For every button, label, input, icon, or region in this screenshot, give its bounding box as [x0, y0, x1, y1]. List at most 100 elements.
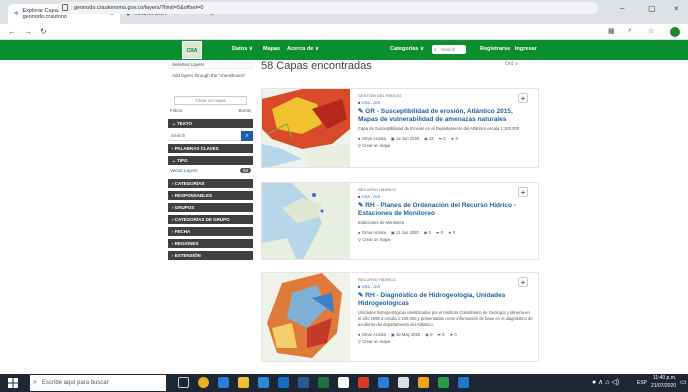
- section-categorias[interactable]: › CATEGORÍAS: [168, 179, 253, 188]
- layer-thumbnail[interactable]: [262, 183, 350, 259]
- section-label: RESPONSABLES: [174, 193, 213, 198]
- powerpoint-icon[interactable]: [338, 377, 349, 388]
- create-map-link[interactable]: ⚲ Crear un mapa: [358, 143, 533, 148]
- text-search-input[interactable]: Search: [168, 131, 241, 141]
- back-icon[interactable]: ←: [8, 27, 16, 36]
- edit-icon: ✎: [358, 292, 364, 299]
- rating: ★ 0: [449, 332, 457, 337]
- excel-icon[interactable]: [318, 377, 329, 388]
- add-layer-button[interactable]: +: [518, 277, 528, 287]
- extension-icon[interactable]: ▦: [608, 27, 615, 35]
- app4-icon[interactable]: [418, 377, 429, 388]
- section-responsables[interactable]: › RESPONSABLES: [168, 191, 253, 200]
- register-link[interactable]: Registrarse: [480, 46, 510, 52]
- cra-logo[interactable]: CRA: [182, 41, 202, 59]
- app2-icon[interactable]: [378, 377, 389, 388]
- nav-categorias[interactable]: Categorías ∨: [390, 46, 424, 52]
- layer-thumbnail[interactable]: [262, 273, 350, 361]
- add-layer-button[interactable]: +: [518, 93, 528, 103]
- clear-filters-link[interactable]: Borrar: [238, 108, 251, 113]
- card-meta: ● Omar Acosta ▣ 12 Jun 2020 ◉ 12 ➦ 0 ★ 0: [358, 136, 533, 141]
- tag-label: CRA - GIS: [361, 100, 381, 105]
- section-fecha[interactable]: › FECHA: [168, 227, 253, 236]
- clock-time[interactable]: 11:40 p.m.: [653, 375, 676, 381]
- clock-date[interactable]: 21/07/2020: [651, 383, 676, 389]
- vector-layers-filter[interactable]: Vector Layers 58: [168, 165, 253, 176]
- input-language[interactable]: ESP: [637, 380, 647, 386]
- maximize-icon[interactable]: ▢: [648, 4, 656, 13]
- user-icon: ●: [358, 136, 361, 141]
- card-title[interactable]: ✎ RH - Diagnóstico de Hidrogeología, Uni…: [358, 292, 533, 307]
- card-meta: ● Omar Acosta ▣ 18 May 2020 ◉ 0 ➦ 0 ★ 0: [358, 332, 533, 337]
- close-window-icon[interactable]: ×: [674, 4, 679, 13]
- nav-mapas[interactable]: Mapas: [263, 46, 280, 52]
- nav-acerca[interactable]: Acerca de ∨: [287, 46, 319, 52]
- card-category[interactable]: RECURSO HÍDRICO: [358, 277, 533, 282]
- create-map-button[interactable]: Crear un mapa: [174, 96, 247, 105]
- login-link[interactable]: Ingresar: [515, 46, 537, 52]
- layer-card: GESTIÓN DEL RIESGO ■ CRA - GIS ✎ GR - Su…: [261, 88, 539, 168]
- title-text: RH - Planes de Ordenación del Recurso Hí…: [358, 202, 516, 217]
- card-title[interactable]: ✎ RH - Planes de Ordenación del Recurso …: [358, 202, 533, 217]
- section-palabras-claves[interactable]: › PALABRAS CLAVES: [168, 144, 253, 153]
- card-category[interactable]: RECURSO HÍDRICO: [358, 187, 533, 192]
- layer-thumbnail[interactable]: [262, 89, 350, 167]
- card-tag[interactable]: ■ CRA - GIS: [358, 194, 533, 199]
- search-icon: ⌕: [434, 47, 437, 52]
- acrobat-icon[interactable]: [358, 377, 369, 388]
- section-tipo[interactable]: ⌄ TIPO: [168, 156, 253, 165]
- author[interactable]: ● Omar Acosta: [358, 332, 386, 337]
- section-regiones[interactable]: › REGIONES: [168, 239, 253, 248]
- section-grupos[interactable]: › GRUPOS: [168, 203, 253, 212]
- url-field[interactable]: geonodo.crautonoma.gov.co/layers/?limit=…: [58, 2, 598, 14]
- edge-icon[interactable]: [258, 377, 269, 388]
- geonode-tab-icon: ✲: [14, 11, 19, 17]
- card-description: Capa de Susceptibilidad de Erosión en el…: [358, 126, 520, 131]
- share-icon: ➦: [437, 332, 441, 337]
- search-button[interactable]: ⌕: [241, 131, 253, 141]
- map-pin-icon: ⚲: [358, 237, 362, 242]
- sort-dropdown[interactable]: Ord ∨: [505, 61, 518, 67]
- section-extension[interactable]: › EXTENSIÓN: [168, 251, 253, 260]
- notifications-icon[interactable]: ▭: [680, 378, 687, 386]
- author[interactable]: ● Omar Acosta: [358, 136, 386, 141]
- task-view-icon[interactable]: [178, 377, 189, 388]
- bookmark-star-icon[interactable]: ☆: [648, 27, 654, 35]
- add-layers-hint: Add layers through the "checkboxes".: [172, 73, 247, 78]
- outlook-icon[interactable]: [278, 377, 289, 388]
- word-icon[interactable]: [298, 377, 309, 388]
- store-icon[interactable]: [218, 377, 229, 388]
- address-bar: ← → ↻: [0, 24, 688, 40]
- section-categorias-grupo[interactable]: › CATEGORÍAS DE GRUPO: [168, 215, 253, 224]
- app5-icon[interactable]: [438, 377, 449, 388]
- card-tag[interactable]: ■ CRA - GIS: [358, 100, 533, 105]
- card-tag[interactable]: ■ CRA - GIS: [358, 284, 533, 289]
- map-pin-icon: ⚲: [358, 339, 362, 344]
- minimize-icon[interactable]: –: [620, 4, 624, 13]
- edit-icon: ✎: [358, 202, 364, 209]
- card-title[interactable]: ✎ GR - Susceptibilidad de erosión, Atlán…: [358, 108, 533, 123]
- star-icon: ★: [449, 332, 454, 337]
- forward-icon[interactable]: →: [24, 27, 32, 36]
- card-category[interactable]: GESTIÓN DEL RIESGO: [358, 93, 533, 98]
- edit-icon: ✎: [358, 108, 364, 115]
- date: ▣ 12 Jun 2020: [390, 136, 420, 141]
- author[interactable]: ● Omar Acosta: [358, 230, 386, 235]
- nav-datos[interactable]: Datos ∨: [232, 46, 253, 52]
- create-map-link[interactable]: ⚲ Crear un mapa: [358, 237, 533, 242]
- header-search-input[interactable]: ⌕ Search: [432, 45, 466, 54]
- profile-avatar[interactable]: [670, 27, 680, 37]
- app-icon[interactable]: [238, 377, 249, 388]
- chrome-icon[interactable]: [198, 377, 209, 388]
- app3-icon[interactable]: [398, 377, 409, 388]
- taskbar-search-input[interactable]: ⌕ Escribe aquí para buscar: [30, 375, 166, 391]
- section-texto[interactable]: ⌄ TEXTO: [168, 119, 253, 128]
- windows-start-icon[interactable]: [8, 378, 18, 388]
- reload-icon[interactable]: ↻: [40, 27, 47, 36]
- app6-icon[interactable]: [458, 377, 469, 388]
- create-map-link[interactable]: ⚲ Crear un mapa: [358, 339, 533, 344]
- zoom-icon[interactable]: ⌕: [628, 27, 632, 35]
- tray-icons[interactable]: ● ∧ ⌂ ◁): [592, 378, 619, 386]
- card-meta: ● Omar Acosta ▣ 11 Jun 2020 ◉ 0 ➦ 0 ★ 0: [358, 230, 533, 235]
- add-layer-button[interactable]: +: [518, 187, 528, 197]
